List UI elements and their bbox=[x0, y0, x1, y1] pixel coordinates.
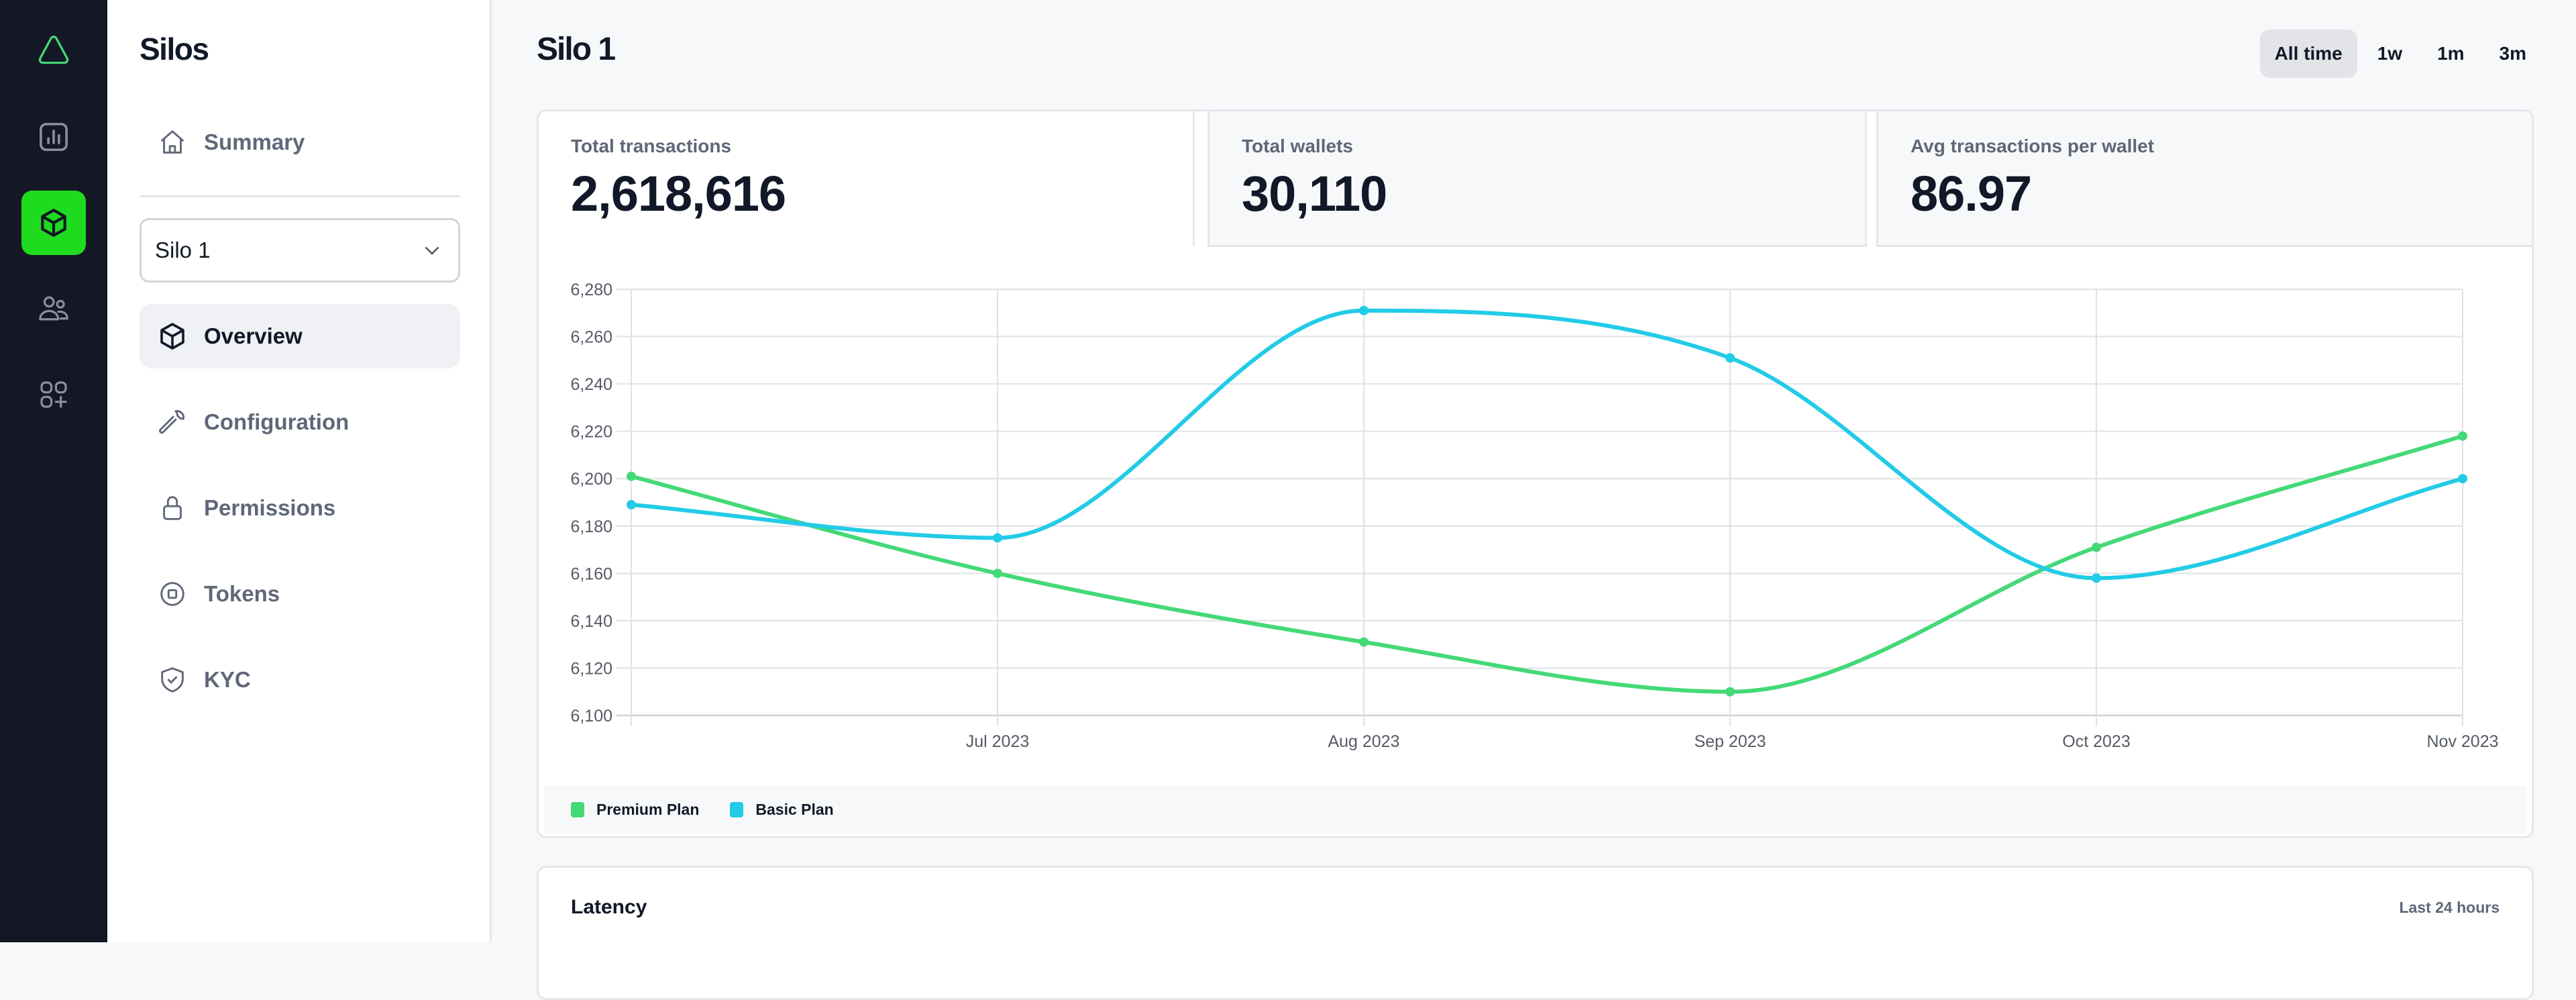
data-point-basic-plan bbox=[627, 500, 636, 510]
sidebar-item-label: Configuration bbox=[204, 409, 350, 434]
latency-range-label: Last 24 hours bbox=[2399, 899, 2500, 916]
cube-icon bbox=[41, 209, 66, 237]
time-range-selector: All time 1w 1m 3m bbox=[2259, 30, 2541, 78]
token-icon bbox=[156, 577, 189, 611]
analytics-chart-icon bbox=[40, 123, 68, 151]
legend-item-premium[interactable]: Premium Plan bbox=[571, 801, 699, 819]
rail-logo[interactable] bbox=[21, 19, 86, 83]
range-1m-button[interactable]: 1m bbox=[2422, 30, 2479, 78]
data-point-basic-plan bbox=[1725, 353, 1735, 363]
page-title: Silo 1 bbox=[537, 32, 616, 67]
transactions-line-chart: 6,100 6,120 6,140 6,160 6,180 6,200 6,220 6,240… bbox=[570, 281, 2498, 751]
range-all-time-button[interactable]: All time bbox=[2259, 30, 2357, 78]
sidebar-item-kyc[interactable]: KYC bbox=[140, 648, 460, 712]
sidebar-item-configuration[interactable]: Configuration bbox=[140, 390, 460, 454]
silo-select-value: Silo 1 bbox=[155, 238, 211, 262]
legend-label: Premium Plan bbox=[596, 800, 700, 818]
latency-card: Latency Last 24 hours bbox=[537, 866, 2534, 1000]
data-point-basic-plan bbox=[2458, 474, 2467, 484]
sidebar-item-label: KYC bbox=[204, 667, 251, 692]
data-point-premium-plan bbox=[993, 568, 1002, 579]
data-point-premium-plan bbox=[2458, 431, 2467, 441]
rail-analytics[interactable] bbox=[21, 105, 86, 169]
sidebar-title: Silos bbox=[140, 32, 209, 66]
lock-icon bbox=[156, 491, 189, 525]
silo-select[interactable]: Silo 1 bbox=[140, 218, 460, 283]
y-tick-label: 6,180 bbox=[570, 517, 612, 536]
legend-item-basic[interactable]: Basic Plan bbox=[730, 800, 834, 819]
sidebar-divider bbox=[140, 195, 460, 197]
logo-triangle-icon bbox=[38, 36, 69, 64]
sidebar-item-label: Permissions bbox=[204, 495, 336, 520]
y-tick-label: 6,260 bbox=[570, 328, 612, 347]
y-tick-label: 6,240 bbox=[570, 375, 612, 394]
sidebar-item-label: Tokens bbox=[204, 581, 280, 606]
x-tick-label: Jul 2023 bbox=[966, 732, 1030, 751]
overview-panel: Total transactions 2,618,616 Total walle… bbox=[537, 109, 2534, 838]
y-tick-label: 6,220 bbox=[570, 423, 612, 442]
latency-title: Latency bbox=[571, 896, 647, 918]
x-tick-label: Oct 2023 bbox=[2062, 732, 2130, 751]
chevron-down-icon bbox=[425, 247, 439, 255]
series-line-basic-plan bbox=[629, 308, 2465, 581]
rail-users[interactable] bbox=[21, 277, 86, 341]
y-tick-label: 6,140 bbox=[570, 612, 612, 631]
sidebar-item-label: Overview bbox=[204, 323, 303, 348]
data-point-basic-plan bbox=[2092, 573, 2101, 583]
sidebar-item-permissions[interactable]: Permissions bbox=[140, 476, 460, 540]
chart-legend: Premium Plan Basic Plan bbox=[544, 785, 2527, 834]
data-point-premium-plan bbox=[627, 471, 636, 481]
users-icon bbox=[39, 296, 68, 321]
y-tick-label: 6,200 bbox=[570, 470, 612, 489]
cube-icon bbox=[156, 319, 189, 353]
x-tick-label: Sep 2023 bbox=[1694, 732, 1766, 751]
data-point-basic-plan bbox=[1359, 305, 1368, 315]
apps-add-icon bbox=[40, 381, 67, 408]
sidebar-item-summary[interactable]: Summary bbox=[140, 110, 460, 174]
x-tick-label: Aug 2023 bbox=[1328, 732, 1399, 751]
range-3m-button[interactable]: 3m bbox=[2485, 30, 2541, 78]
legend-label: Basic Plan bbox=[755, 800, 834, 818]
range-1w-button[interactable]: 1w bbox=[2363, 30, 2417, 78]
sidebar-item-tokens[interactable]: Tokens bbox=[140, 562, 460, 626]
shield-check-icon bbox=[156, 663, 189, 697]
y-tick-label: 6,160 bbox=[570, 564, 612, 583]
legend-swatch-premium bbox=[571, 801, 584, 817]
wrench-icon bbox=[156, 405, 189, 439]
y-tick-label: 6,100 bbox=[570, 707, 612, 726]
data-point-basic-plan bbox=[993, 533, 1002, 543]
icon-rail bbox=[0, 0, 107, 942]
rail-apps[interactable] bbox=[21, 362, 86, 427]
rail-silos[interactable] bbox=[21, 191, 86, 255]
data-point-premium-plan bbox=[2092, 542, 2101, 552]
sidebar-item-overview[interactable]: Overview bbox=[140, 304, 460, 368]
data-point-premium-plan bbox=[1359, 637, 1368, 647]
silos-sidebar: Silos Summary Silo 1 Overview Configurat… bbox=[107, 0, 492, 942]
legend-swatch-basic bbox=[730, 801, 744, 817]
y-tick-label: 6,280 bbox=[570, 281, 612, 299]
data-point-premium-plan bbox=[1725, 687, 1735, 697]
series-line-premium-plan bbox=[629, 434, 2465, 694]
sidebar-item-label: Summary bbox=[204, 130, 305, 154]
y-tick-label: 6,120 bbox=[570, 659, 612, 678]
home-icon bbox=[156, 126, 189, 159]
x-tick-label: Nov 2023 bbox=[2426, 732, 2498, 751]
